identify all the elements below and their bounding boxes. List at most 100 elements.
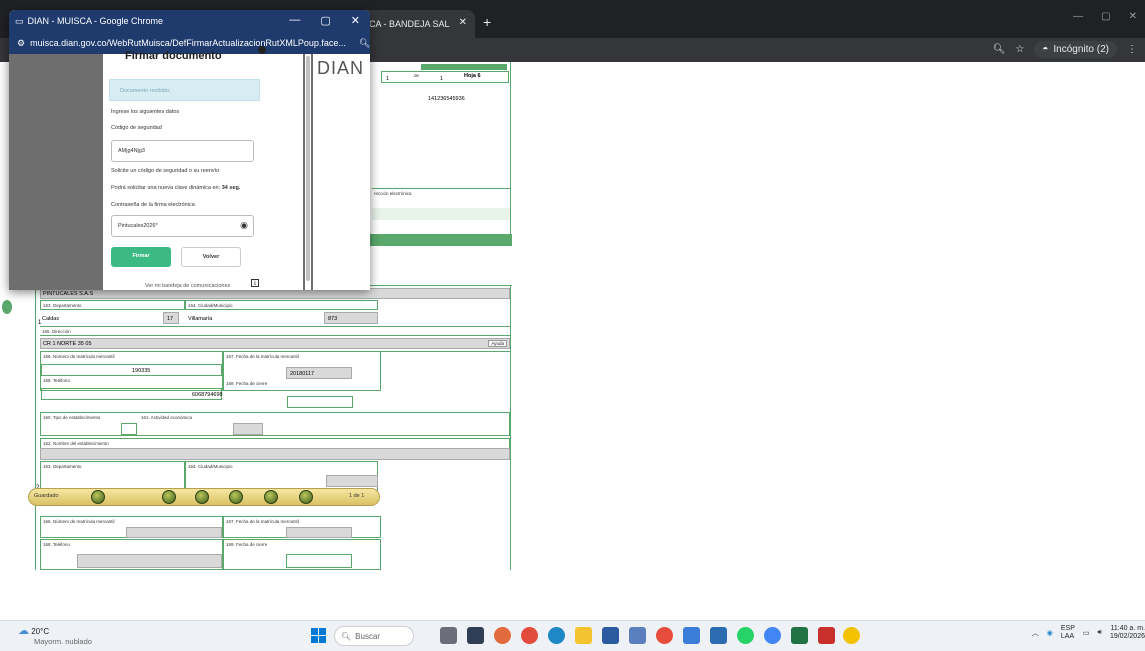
depto-field[interactable]: Caldas xyxy=(40,312,162,324)
label-161: 161. Actividad económica xyxy=(141,415,193,420)
pdf-icon[interactable] xyxy=(818,627,835,644)
whatsapp-icon[interactable] xyxy=(737,627,754,644)
card-heading: Firmar documento xyxy=(125,50,222,62)
popup-scrollbar[interactable] xyxy=(305,54,311,290)
app-3-icon[interactable] xyxy=(494,627,511,644)
scroll-thumb[interactable] xyxy=(306,56,310,281)
app-7-icon[interactable] xyxy=(602,627,619,644)
window-controls: — ▢ ✕ xyxy=(1073,11,1137,22)
label-163: 163. Departamento xyxy=(40,300,185,310)
bandeja-link[interactable]: Ver mi bandeja de comunicaciones xyxy=(145,283,230,289)
close-icon[interactable]: ✕ xyxy=(1129,11,1137,22)
ciudad-field[interactable]: Villamaría xyxy=(185,312,323,324)
label-162: 162. Nombre del establecimiento xyxy=(43,441,109,446)
actividad-field[interactable] xyxy=(233,423,263,435)
zoom-popup-icon[interactable]: 🔍︎ xyxy=(359,38,370,49)
app-4-icon[interactable] xyxy=(521,627,538,644)
ciudad-code-value: 873 xyxy=(328,316,338,322)
progress-band xyxy=(421,64,507,70)
tray-app-icon[interactable]: ◉ xyxy=(1047,629,1053,637)
toolbar-btn-6-icon[interactable] xyxy=(299,490,313,504)
minimize-icon[interactable]: — xyxy=(1073,11,1083,22)
incognito-icon: ◓ xyxy=(1042,44,1049,55)
incognito-badge[interactable]: ◓ Incógnito (2) xyxy=(1034,41,1117,58)
network-icon[interactable]: ▭ xyxy=(1083,629,1090,637)
ciudad-value: Villamaría xyxy=(188,316,213,322)
codigo-input[interactable]: AMjg4Njg3 xyxy=(111,140,254,162)
volume-icon[interactable]: 🔊︎ xyxy=(1098,629,1102,637)
app-16-icon[interactable] xyxy=(843,627,860,644)
language-indicator[interactable]: ESP LAA xyxy=(1061,625,1075,641)
label-166: 166. Número de matrícula mercantil xyxy=(43,354,115,359)
weather-widget[interactable]: ☁ 20°C Mayorm. nublado xyxy=(18,624,92,646)
eye-icon[interactable]: ◉ xyxy=(240,220,248,231)
firmar-button[interactable]: Firmar xyxy=(111,247,171,267)
ciudad-code: 873 xyxy=(324,312,378,324)
popup-maximize-icon[interactable]: ▢ xyxy=(320,14,330,27)
label-167: 167. Fecha de la matrícula mercantil xyxy=(226,354,299,359)
help-icon[interactable] xyxy=(258,46,266,54)
ciudad-code-field-2[interactable] xyxy=(326,475,378,487)
matricula-field-2[interactable] xyxy=(126,527,222,538)
clock[interactable]: 11:40 a. m. 19/02/2026 xyxy=(1110,625,1145,641)
side-arrow-icon[interactable] xyxy=(2,300,12,314)
dian-logo-area: DIAN xyxy=(313,54,370,290)
new-tab-icon[interactable]: + xyxy=(483,14,491,30)
volver-button[interactable]: Volver xyxy=(181,247,241,267)
fecha-cierre-field-2[interactable] xyxy=(286,554,352,568)
tipo-field[interactable] xyxy=(121,423,137,435)
telefono-field-2[interactable] xyxy=(77,554,222,568)
lang-2: LAA xyxy=(1060,633,1075,640)
start-icon[interactable] xyxy=(311,628,327,644)
chrome-icon[interactable] xyxy=(764,627,781,644)
download-icon[interactable]: ⤓ xyxy=(251,279,259,287)
page-total: 1 xyxy=(440,76,444,82)
popup-url[interactable]: muisca.dian.gov.co/WebRutMuisca/DefFirma… xyxy=(30,38,346,48)
contrasena-input[interactable]: Pintucales2026* ◉ xyxy=(111,215,254,237)
chevron-up-icon[interactable]: ︿ xyxy=(1032,628,1039,638)
app-9-icon[interactable] xyxy=(656,627,673,644)
fecha-matricula-field[interactable]: 20180117 xyxy=(286,367,352,379)
taskbar-apps xyxy=(440,620,860,651)
site-info-icon[interactable]: ⚙ xyxy=(17,38,25,49)
toolbar-btn-4-icon[interactable] xyxy=(229,490,243,504)
app-10-icon[interactable] xyxy=(683,627,700,644)
app-2-icon[interactable] xyxy=(467,627,484,644)
bookmark-star-icon[interactable]: ☆ xyxy=(1015,44,1024,55)
close-tab-icon[interactable]: ✕ xyxy=(459,17,467,28)
nombre-establecimiento-field[interactable] xyxy=(40,448,510,460)
firmar-card: Firmar documento Documento recibido. Ing… xyxy=(103,46,303,290)
toolbar-btn-5-icon[interactable] xyxy=(264,490,278,504)
outlook-icon[interactable] xyxy=(710,627,727,644)
zoom-icon[interactable]: 🔍︎ xyxy=(993,44,1006,55)
app-1-icon[interactable] xyxy=(440,627,457,644)
taskbar-search[interactable]: 🔍︎ Buscar xyxy=(334,626,414,646)
maximize-icon[interactable]: ▢ xyxy=(1101,11,1110,22)
status-label: Guardado xyxy=(34,493,59,499)
weather-temp: 20°C xyxy=(31,627,50,636)
toolbar-btn-1-icon[interactable] xyxy=(91,490,105,504)
label-163-text: 163. Departamento xyxy=(43,303,82,308)
toolbar-btn-3-icon[interactable] xyxy=(195,490,209,504)
email-field[interactable] xyxy=(372,208,510,220)
fecha-matricula-field-2[interactable] xyxy=(286,527,352,538)
direccion-field[interactable]: CR 1 NORTE 35 05 Ayuda xyxy=(40,338,510,349)
telefono-field[interactable]: 6068794698 xyxy=(41,388,223,400)
edge-icon[interactable] xyxy=(548,627,565,644)
fecha-cierre-field[interactable] xyxy=(287,396,353,408)
toolbar-btn-2-icon[interactable] xyxy=(162,490,176,504)
popup-minimize-icon[interactable]: — xyxy=(289,14,300,27)
direccion-value: CR 1 NORTE 35 05 xyxy=(43,341,92,347)
ayuda-button[interactable]: Ayuda xyxy=(488,340,507,347)
label-169b: 169. Fecha de cierre xyxy=(226,542,268,547)
app-8-icon[interactable] xyxy=(629,627,646,644)
fecha-matricula-value: 20180117 xyxy=(290,371,315,377)
solicite-link[interactable]: Solicite un código de seguridad o su ree… xyxy=(111,168,219,174)
popup-close-icon[interactable]: ✕ xyxy=(351,14,360,27)
block-160: 160. Tipo de establecimiento 161. Activi… xyxy=(40,412,510,436)
folder-icon[interactable] xyxy=(575,627,592,644)
menu-icon[interactable]: ⋮ xyxy=(1127,44,1137,55)
excel-icon[interactable] xyxy=(791,627,808,644)
label-168: 168. Teléfono xyxy=(43,378,70,383)
matricula-field[interactable]: 190335 xyxy=(41,364,222,376)
